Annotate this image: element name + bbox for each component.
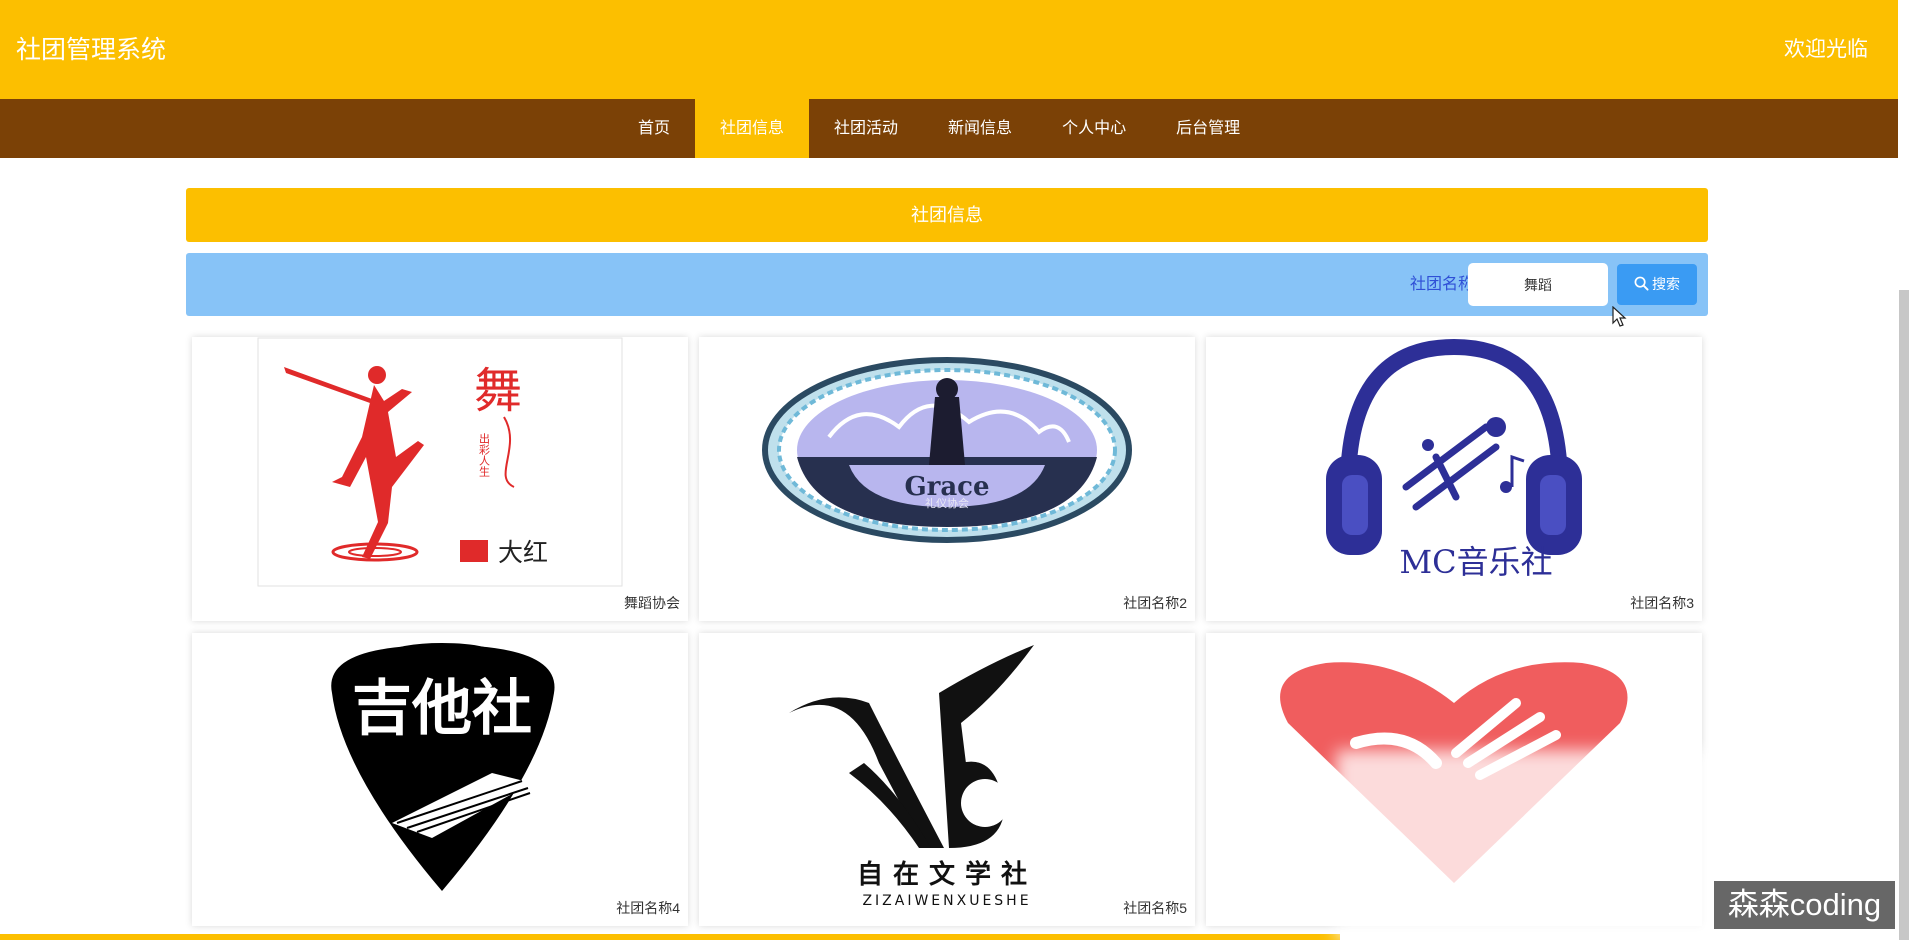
scrollbar[interactable] [1899, 290, 1909, 940]
header: 社团管理系统 欢迎光临 [0, 0, 1898, 99]
search-input[interactable] [1468, 263, 1608, 306]
literature-club-logo: 自在文学社 ZIZAIWENXUESHE [789, 645, 1037, 909]
search-label: 社团名称 [1409, 276, 1474, 293]
nav-bar: 首页 社团信息 社团活动 新闻信息 个人中心 后台管理 [0, 99, 1898, 158]
page: 社团管理系统 欢迎光临 首页 社团信息 社团活动 新闻信息 个人中心 后台管理 … [0, 0, 1909, 940]
literature-logo-text: 自在文学社 [857, 859, 1037, 890]
watermark: 森森coding [1714, 881, 1895, 929]
nav-item-club-info[interactable]: 社团信息 [695, 99, 810, 158]
club-card[interactable]: 吉他社 社团名称4 [192, 633, 688, 926]
search-bar: 社团名称 搜索 [186, 253, 1708, 316]
search-button-label: 搜索 [1652, 276, 1680, 292]
literature-logo-subtitle: ZIZAIWENXUESHE [862, 893, 1031, 909]
etiquette-logo-subtitle: 礼仪协会 [925, 496, 969, 510]
search-button[interactable]: 搜索 [1617, 264, 1697, 305]
nav-list: 首页 社团信息 社团活动 新闻信息 个人中心 后台管理 [613, 99, 1265, 158]
nav-item-club-activity[interactable]: 社团活动 [809, 99, 923, 158]
welcome-text: 欢迎光临 [1784, 38, 1868, 61]
nav-item-home[interactable]: 首页 [613, 99, 695, 158]
nav-item-admin[interactable]: 后台管理 [1151, 99, 1265, 158]
footer-stripe [0, 934, 1340, 940]
site-title: 社团管理系统 [16, 36, 167, 64]
mouse-cursor-icon [1612, 306, 1627, 327]
dance-logo-char: 舞 [474, 363, 522, 419]
music-logo-text: MC音乐社 [1399, 543, 1552, 581]
club-card[interactable]: 自在文学社 ZIZAIWENXUESHE 社团名称5 [699, 633, 1195, 926]
club-name: 社团名称4 [616, 900, 680, 916]
nav-item-personal-center[interactable]: 个人中心 [1037, 99, 1151, 158]
dance-logo-brand: 大红 [498, 538, 548, 567]
search-icon [1634, 276, 1649, 291]
blur-overlay [1336, 750, 1736, 940]
music-club-logo: MC音乐社 [1326, 338, 1582, 581]
club-card[interactable]: Grace 礼仪协会 社团名称2 [699, 337, 1195, 621]
guitar-club-logo: 吉他社 [331, 643, 555, 891]
club-name: 社团名称3 [1630, 595, 1694, 611]
club-name: 社团名称2 [1123, 595, 1187, 611]
nav-item-news[interactable]: 新闻信息 [923, 99, 1037, 158]
guitar-logo-text: 吉他社 [352, 674, 532, 744]
club-name: 舞蹈协会 [624, 595, 680, 611]
etiquette-club-logo: Grace 礼仪协会 [762, 357, 1132, 543]
dance-logo-slogan: 出彩人生 [478, 432, 491, 477]
dance-club-logo: 舞 出彩人生 大红 [257, 337, 623, 587]
club-name: 社团名称5 [1123, 900, 1187, 916]
club-card[interactable]: 舞 出彩人生 大红 舞蹈协会 [192, 337, 688, 621]
club-card[interactable]: MC音乐社 社团名称3 [1206, 337, 1702, 621]
section-title: 社团信息 [186, 188, 1708, 242]
